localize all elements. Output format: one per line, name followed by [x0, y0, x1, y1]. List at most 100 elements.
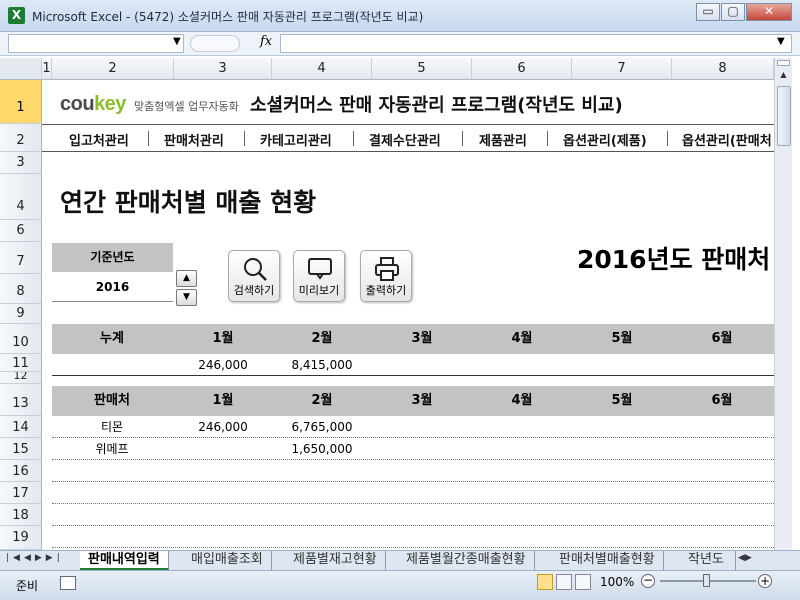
name-box[interactable]: ▼ — [8, 34, 184, 53]
sheet-tabs-bar: |◀◀▶▶| 판매내역입력 매입매출조회 제품별재고현황 제품별월간종매출현황 … — [0, 550, 800, 570]
split-handle[interactable] — [777, 60, 790, 66]
tab-purchase-sales[interactable]: 매입매출조회 — [183, 551, 272, 570]
vertical-scrollbar[interactable]: ▲ — [774, 58, 792, 550]
row-header[interactable]: 12 — [0, 372, 42, 384]
tab-product-monthly[interactable]: 제품별월간종매출현황 — [398, 551, 535, 570]
cell[interactable]: 위메프 — [52, 438, 172, 460]
cell[interactable]: 246,000 — [174, 354, 272, 376]
cell[interactable]: 1,650,000 — [272, 438, 372, 460]
nav-divider — [667, 131, 668, 146]
chevron-down-icon[interactable]: ▼ — [777, 36, 785, 47]
column-header[interactable]: 6 — [472, 58, 572, 80]
year-up-button[interactable]: ▲ — [176, 270, 197, 287]
zoom-out-icon[interactable]: − — [641, 574, 655, 588]
summary-header-row: 누계 1월 2월 3월 4월 5월 6월 — [52, 324, 774, 354]
table-row[interactable]: 티몬 246,000 6,765,000 — [52, 416, 774, 438]
printer-icon — [375, 257, 399, 281]
page-layout-icon[interactable] — [556, 574, 572, 590]
restore-button[interactable]: ▢ — [721, 3, 745, 21]
close-button[interactable]: ✕ — [746, 3, 792, 21]
formula-input[interactable]: ▼ — [280, 34, 792, 53]
row-header[interactable]: 1 — [0, 80, 42, 124]
nav-item-inbound[interactable]: 입고처관리 — [69, 130, 129, 149]
normal-view-icon[interactable] — [537, 574, 553, 590]
table-row[interactable] — [52, 460, 774, 482]
scroll-thumb[interactable] — [777, 86, 791, 146]
select-all-corner[interactable] — [0, 58, 42, 80]
table-row[interactable] — [52, 482, 774, 504]
nav-item-payment[interactable]: 결제수단관리 — [369, 130, 441, 149]
year-down-button[interactable]: ▼ — [176, 289, 197, 306]
cell[interactable]: 246,000 — [174, 416, 272, 438]
column-header[interactable]: 1 — [42, 58, 52, 80]
nav-item-option-product[interactable]: 옵션관리(제품) — [563, 130, 647, 149]
scroll-up-arrow[interactable]: ▲ — [776, 70, 791, 84]
row-header[interactable]: 6 — [0, 220, 42, 242]
header-cell: 5월 — [611, 331, 633, 346]
search-button[interactable]: 검색하기 — [228, 250, 280, 302]
row-header[interactable]: 9 — [0, 304, 42, 324]
header-cell: 3월 — [411, 331, 433, 346]
print-button[interactable]: 출력하기 — [360, 250, 412, 302]
page-title: 연간 판매처별 매출 현황 — [60, 188, 317, 217]
row-header[interactable]: 16 — [0, 460, 42, 482]
table-row[interactable]: 위메프 1,650,000 — [52, 438, 774, 460]
column-header[interactable]: 8 — [672, 58, 774, 80]
row-header[interactable]: 18 — [0, 504, 42, 526]
nav-divider — [462, 131, 463, 146]
cell[interactable]: 8,415,000 — [272, 354, 372, 376]
row-header[interactable]: 3 — [0, 152, 42, 174]
nav-divider — [547, 131, 548, 146]
row-header[interactable]: 8 — [0, 274, 42, 304]
row-header[interactable]: 17 — [0, 482, 42, 504]
nav-item-category[interactable]: 카테고리관리 — [260, 130, 332, 149]
zoom-level[interactable]: 100% — [600, 575, 634, 589]
macro-record-icon[interactable] — [60, 576, 76, 590]
monitor-icon — [308, 258, 332, 280]
page-break-icon[interactable] — [575, 574, 591, 590]
row-header[interactable]: 2 — [0, 124, 42, 152]
row-header[interactable]: 13 — [0, 384, 42, 416]
nav-item-product[interactable]: 제품관리 — [479, 130, 527, 149]
cell[interactable]: 티몬 — [52, 416, 172, 438]
row-header[interactable]: 15 — [0, 438, 42, 460]
zoom-slider-thumb[interactable] — [703, 574, 710, 587]
cell[interactable]: 6,765,000 — [272, 416, 372, 438]
column-header[interactable]: 7 — [572, 58, 672, 80]
fx-icon[interactable]: fx — [260, 34, 272, 49]
hscroll-arrows[interactable]: ◀▶ — [738, 553, 752, 563]
worksheet[interactable]: coukey 맞춤형엑셀 업무자동화 소셜커머스 판매 자동관리 프로그램(작년… — [42, 80, 774, 550]
tab-product-stock[interactable]: 제품별재고현황 — [285, 551, 386, 570]
tab-last-year[interactable]: 작년도 — [680, 551, 736, 570]
row-header[interactable]: 4 — [0, 174, 42, 220]
column-header[interactable]: 4 — [272, 58, 372, 80]
nav-item-seller[interactable]: 판매처관리 — [164, 130, 224, 149]
header-cell: 3월 — [411, 393, 433, 408]
row-header[interactable]: 14 — [0, 416, 42, 438]
row-header[interactable]: 19 — [0, 526, 42, 550]
tab-nav-arrows[interactable]: |◀◀▶▶| — [6, 553, 64, 563]
detail-header-row: 판매처 1월 2월 3월 4월 5월 6월 — [52, 386, 774, 416]
column-header[interactable]: 3 — [174, 58, 272, 80]
cell[interactable] — [174, 438, 272, 460]
header-cell: 4월 — [511, 393, 533, 408]
row-header[interactable]: 7 — [0, 242, 42, 274]
year-value[interactable]: 2016 — [52, 273, 173, 302]
zoom-in-icon[interactable]: + — [758, 574, 772, 588]
tab-sales-input[interactable]: 판매내역입력 — [80, 551, 169, 570]
row-header[interactable]: 10 — [0, 324, 42, 354]
column-header[interactable]: 5 — [372, 58, 472, 80]
chevron-down-icon[interactable]: ▼ — [173, 36, 181, 47]
preview-button[interactable]: 미리보기 — [293, 250, 345, 302]
minimize-button[interactable]: ▭ — [696, 3, 720, 21]
search-icon — [244, 258, 267, 281]
header-cell: 누계 — [100, 331, 124, 346]
tab-seller-sales[interactable]: 판매처별매출현황 — [551, 551, 664, 570]
column-header[interactable]: 2 — [52, 58, 174, 80]
formula-expand-handle[interactable] — [190, 35, 240, 52]
table-row[interactable] — [52, 526, 774, 548]
nav-item-option-seller[interactable]: 옵션관리(판매처 — [682, 130, 772, 149]
row-header[interactable]: 11 — [0, 354, 42, 372]
table-row[interactable] — [52, 504, 774, 526]
summary-row[interactable]: 246,000 8,415,000 — [52, 354, 774, 376]
